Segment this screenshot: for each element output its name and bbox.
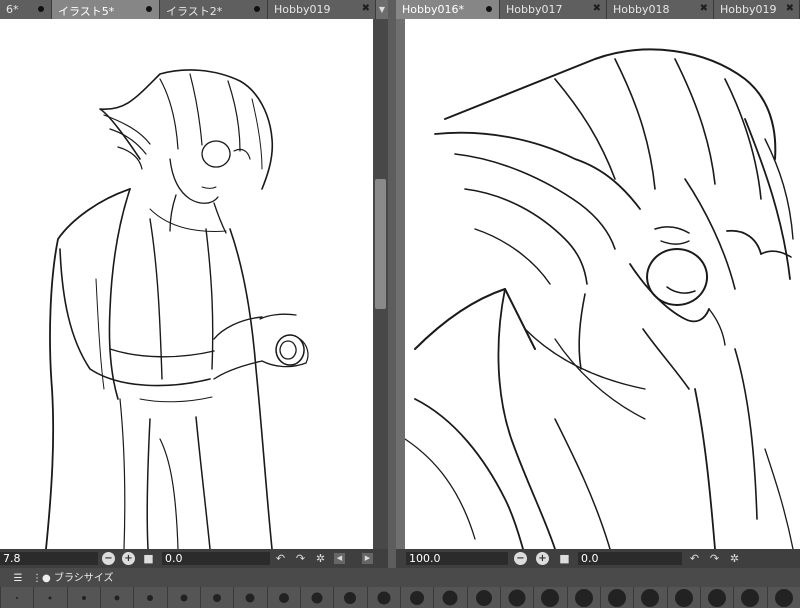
- scroll-right-icon[interactable]: ▶: [362, 553, 373, 564]
- unsaved-dot-icon: [38, 6, 44, 12]
- brush-size-preset[interactable]: [33, 587, 67, 608]
- zoom-out-icon[interactable]: −: [102, 552, 115, 565]
- tab-document[interactable]: 6*: [0, 0, 52, 19]
- tab-document[interactable]: Hobby017 ✖: [500, 0, 607, 19]
- tab-bar-left: 6* イラスト5* イラスト2* Hobby019 ✖: [0, 0, 388, 19]
- brush-size-preset[interactable]: [699, 587, 734, 608]
- tab-label: Hobby019: [720, 3, 777, 16]
- tab-bar-right: Hobby016* Hobby017 ✖ Hobby018 ✖ Hobby019…: [396, 0, 800, 19]
- brush-size-preset[interactable]: [599, 587, 634, 608]
- tab-document-active[interactable]: イラスト5*: [52, 0, 160, 19]
- tab-label: Hobby016*: [402, 3, 464, 16]
- brush-size-preset[interactable]: [199, 587, 234, 608]
- status-bar-right: 100.0 − + ■ 0.0 ↶ ↷ ✲: [396, 549, 800, 568]
- brush-size-preset[interactable]: [633, 587, 667, 608]
- menu-icon[interactable]: ☰: [10, 570, 26, 587]
- brush-size-preset[interactable]: [766, 587, 800, 608]
- reset-rotation-icon[interactable]: ✲: [728, 552, 741, 565]
- brush-size-preset[interactable]: [533, 587, 567, 608]
- close-tab-icon[interactable]: ✖: [593, 3, 601, 14]
- brush-size-preset[interactable]: [66, 587, 100, 608]
- brush-size-presets: [0, 587, 800, 608]
- rotate-left-icon[interactable]: ↶: [688, 552, 701, 565]
- vertical-scrollbar[interactable]: [373, 19, 388, 549]
- brush-size-preset[interactable]: [399, 587, 434, 608]
- rotation-field[interactable]: 0.0: [162, 552, 270, 565]
- tab-document[interactable]: Hobby018 ✖: [607, 0, 714, 19]
- fit-screen-icon[interactable]: ■: [142, 552, 155, 565]
- rotate-left-icon[interactable]: ↶: [274, 552, 287, 565]
- brush-size-preset[interactable]: [366, 587, 400, 608]
- canvas-paper[interactable]: [405, 19, 800, 549]
- canvas-area-right[interactable]: [396, 19, 800, 549]
- scrollbar-thumb[interactable]: [375, 179, 386, 309]
- unsaved-dot-icon: [146, 6, 152, 12]
- brush-size-preset[interactable]: [666, 587, 700, 608]
- zoom-field[interactable]: 100.0: [406, 552, 508, 565]
- tab-label: イラスト2*: [166, 5, 223, 18]
- reset-rotation-icon[interactable]: ✲: [314, 552, 327, 565]
- close-tab-icon[interactable]: ✖: [786, 3, 794, 14]
- rotate-right-icon[interactable]: ↷: [294, 552, 307, 565]
- brush-size-preset[interactable]: [166, 587, 200, 608]
- zoom-field[interactable]: 7.8: [0, 552, 98, 565]
- brush-size-icon[interactable]: ⋮●: [32, 570, 51, 587]
- brush-size-preset[interactable]: [499, 587, 534, 608]
- tab-document[interactable]: イラスト2*: [160, 0, 268, 19]
- zoom-in-icon[interactable]: +: [536, 552, 549, 565]
- brush-size-preset[interactable]: [333, 587, 367, 608]
- sketch-full-body: [45, 69, 309, 549]
- tab-document[interactable]: Hobby019 ✖: [714, 0, 800, 19]
- brush-size-preset[interactable]: [99, 587, 134, 608]
- tab-document[interactable]: Hobby019 ✖: [268, 0, 376, 19]
- brush-size-preset[interactable]: [0, 587, 34, 608]
- brush-size-preset[interactable]: [299, 587, 334, 608]
- brush-size-preset[interactable]: [233, 587, 267, 608]
- close-tab-icon[interactable]: ✖: [362, 3, 370, 14]
- tab-document-active[interactable]: Hobby016*: [396, 0, 500, 19]
- chevron-down-icon[interactable]: ▼: [376, 0, 388, 19]
- tab-label: Hobby018: [613, 3, 670, 16]
- unsaved-dot-icon: [486, 6, 492, 12]
- brush-size-preset[interactable]: [433, 587, 467, 608]
- zoom-out-icon[interactable]: −: [514, 552, 527, 565]
- canvas-paper[interactable]: [0, 19, 373, 549]
- zoom-in-icon[interactable]: +: [122, 552, 135, 565]
- tab-label: Hobby019: [274, 3, 331, 16]
- tab-label: Hobby017: [506, 3, 563, 16]
- tab-label: 6*: [6, 3, 19, 16]
- brush-size-preset[interactable]: [266, 587, 300, 608]
- brush-size-preset[interactable]: [733, 587, 767, 608]
- brush-size-palette: ☰ ⋮● ブラシサイズ: [0, 568, 800, 608]
- canvas-window-right: Hobby016* Hobby017 ✖ Hobby018 ✖ Hobby019…: [396, 0, 800, 568]
- palette-tab-label[interactable]: ブラシサイズ: [54, 570, 114, 587]
- tab-label: イラスト5*: [58, 5, 115, 18]
- canvas-area-left[interactable]: [0, 19, 373, 549]
- fit-screen-icon[interactable]: ■: [558, 552, 571, 565]
- unsaved-dot-icon: [254, 6, 260, 12]
- brush-size-preset[interactable]: [466, 587, 500, 608]
- close-tab-icon[interactable]: ✖: [700, 3, 708, 14]
- status-bar-left: 7.8 − + ■ 0.0 ↶ ↷ ✲ ◀ ▶: [0, 549, 388, 568]
- scroll-left-icon[interactable]: ◀: [334, 553, 345, 564]
- canvas-window-left: 6* イラスト5* イラスト2* Hobby019 ✖ ▼ 7.8 − + ■ …: [0, 0, 388, 568]
- rotate-right-icon[interactable]: ↷: [708, 552, 721, 565]
- brush-size-preset[interactable]: [566, 587, 600, 608]
- brush-size-preset[interactable]: [133, 587, 167, 608]
- rotation-field[interactable]: 0.0: [578, 552, 682, 565]
- sketch-close-up: [405, 48, 794, 549]
